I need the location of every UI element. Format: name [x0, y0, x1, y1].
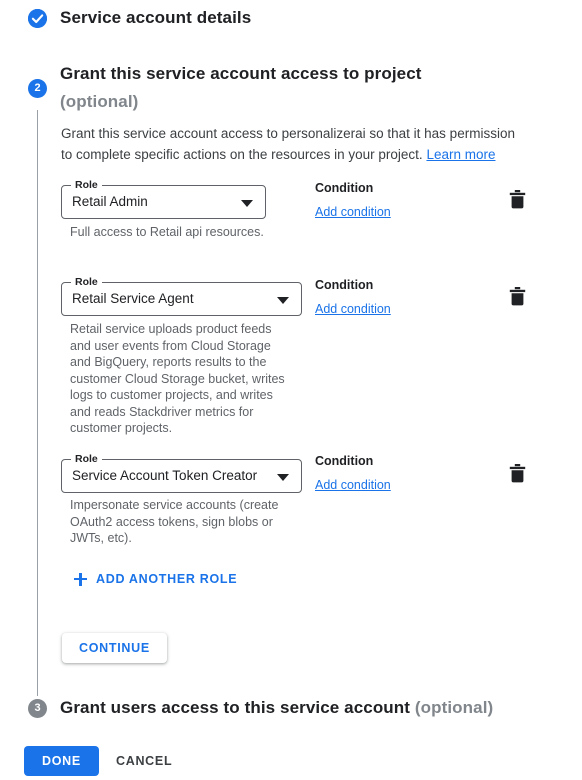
continue-button[interactable]: CONTINUE: [62, 633, 167, 663]
role-description-2: Retail service uploads product feeds and…: [70, 322, 285, 435]
chevron-down-icon: [277, 474, 289, 481]
step-3-title: Grant users access to this service accou…: [60, 698, 493, 718]
step-3-title-text: Grant users access to this service accou…: [60, 698, 411, 717]
condition-label-1: Condition: [315, 181, 374, 195]
chevron-down-icon: [241, 200, 253, 207]
add-condition-link-2[interactable]: Add condition: [315, 302, 391, 316]
role-select-3-value: Service Account Token Creator: [72, 468, 258, 483]
chevron-down-icon: [277, 297, 289, 304]
stepper-connector-line: [37, 110, 38, 696]
step-2-badge: 2: [28, 79, 47, 98]
trash-icon[interactable]: [509, 190, 526, 209]
role-select-1[interactable]: Role Retail Admin: [61, 179, 266, 219]
add-condition-link-3[interactable]: Add condition: [315, 478, 391, 492]
done-button[interactable]: DONE: [24, 746, 99, 776]
add-another-role-button[interactable]: ADD ANOTHER ROLE: [74, 572, 237, 586]
learn-more-link[interactable]: Learn more: [426, 147, 495, 162]
service-account-wizard: Service account details 2 Grant this ser…: [0, 0, 582, 780]
role-description-1: Full access to Retail api resources.: [70, 225, 264, 239]
step-3-badge: 3: [28, 699, 47, 718]
role-select-1-label: Role: [71, 179, 102, 191]
role-select-2-value: Retail Service Agent: [72, 291, 194, 306]
check-circle-icon: [28, 9, 47, 28]
step-3-optional-label: (optional): [414, 698, 494, 717]
cancel-button[interactable]: CANCEL: [106, 746, 182, 776]
role-select-1-value: Retail Admin: [72, 194, 148, 209]
role-description-3: Impersonate service accounts (create OAu…: [70, 498, 279, 545]
condition-label-3: Condition: [315, 454, 374, 468]
step-2-optional-label: (optional): [60, 92, 139, 111]
role-select-3-label: Role: [71, 453, 102, 465]
trash-icon[interactable]: [509, 287, 526, 306]
role-select-2-label: Role: [71, 276, 102, 288]
trash-icon[interactable]: [509, 464, 526, 483]
condition-label-2: Condition: [315, 278, 374, 292]
plus-icon: [74, 572, 87, 586]
step-2-title: Grant this service account access to pro…: [60, 64, 422, 83]
role-select-2[interactable]: Role Retail Service Agent: [61, 276, 302, 316]
add-condition-link-1[interactable]: Add condition: [315, 205, 391, 219]
step-2-description: Grant this service account access to per…: [61, 123, 521, 165]
role-select-3[interactable]: Role Service Account Token Creator: [61, 453, 302, 493]
add-another-role-label: ADD ANOTHER ROLE: [96, 572, 238, 586]
step-1-title[interactable]: Service account details: [60, 8, 251, 28]
